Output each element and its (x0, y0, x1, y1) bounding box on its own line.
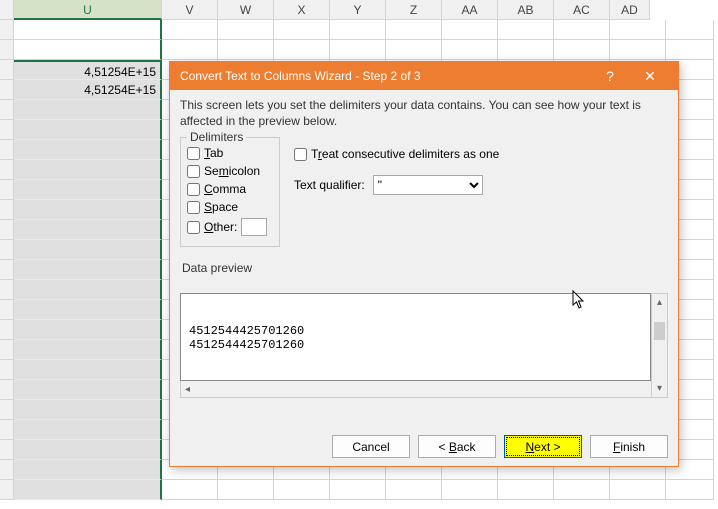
semicolon-checkbox[interactable] (187, 165, 200, 178)
text-qualifier-select[interactable]: " (373, 175, 483, 195)
col-header-z[interactable]: Z (386, 0, 442, 20)
select-all-corner[interactable] (0, 0, 14, 20)
space-checkbox[interactable] (187, 201, 200, 214)
scroll-down-icon[interactable]: ▾ (652, 380, 667, 397)
comma-checkbox-row: Comma (187, 182, 273, 196)
dialog-description: This screen lets you set the delimiters … (170, 90, 678, 135)
cell-u3[interactable]: 4,51254E+15 (14, 60, 162, 80)
other-input[interactable] (241, 218, 267, 236)
row-header[interactable] (0, 60, 14, 80)
delimiters-legend: Delimiters (187, 130, 246, 144)
row-header[interactable] (0, 80, 14, 100)
back-button[interactable]: < Back (418, 435, 496, 458)
column-headers: U V W X Y Z AA AB AC AD (0, 0, 650, 20)
other-checkbox-row: Other: (187, 218, 273, 236)
scroll-thumb[interactable] (654, 322, 665, 340)
next-button[interactable]: Next > (504, 435, 582, 458)
semicolon-label[interactable]: Semicolon (204, 164, 260, 178)
help-button[interactable]: ? (590, 62, 630, 90)
treat-consecutive-row: Treat consecutive delimiters as one (294, 147, 499, 161)
data-preview-box: 45125444257012604512544425701260 (180, 293, 651, 381)
cell-u4[interactable]: 4,51254E+15 (14, 80, 162, 100)
tab-label[interactable]: Tab (204, 146, 223, 160)
col-header-x[interactable]: X (274, 0, 330, 20)
cell-u1[interactable] (14, 20, 162, 40)
col-header-u[interactable]: U (14, 0, 162, 20)
text-qualifier-label: Text qualifier: (294, 178, 365, 192)
preview-horizontal-scrollbar[interactable]: ◂ ▸ (180, 381, 668, 398)
cancel-button[interactable]: Cancel (332, 435, 410, 458)
cell-u2[interactable] (14, 40, 162, 60)
delimiters-group: Delimiters Tab Semicolon Comma Space (180, 137, 280, 247)
row-header[interactable] (0, 40, 14, 60)
close-button[interactable]: ✕ (630, 62, 670, 90)
dialog-button-row: Cancel < Back Next > Finish (332, 435, 668, 458)
col-header-v[interactable]: V (162, 0, 218, 20)
semicolon-checkbox-row: Semicolon (187, 164, 273, 178)
col-header-ab[interactable]: AB (498, 0, 554, 20)
space-checkbox-row: Space (187, 200, 273, 214)
col-header-w[interactable]: W (218, 0, 274, 20)
text-to-columns-dialog: Convert Text to Columns Wizard - Step 2 … (169, 61, 679, 467)
row-2 (0, 40, 718, 60)
other-checkbox[interactable] (187, 221, 200, 234)
other-label[interactable]: Other: (204, 220, 237, 234)
dialog-titlebar[interactable]: Convert Text to Columns Wizard - Step 2 … (170, 62, 678, 90)
comma-label[interactable]: Comma (204, 182, 246, 196)
col-header-ac[interactable]: AC (554, 0, 610, 20)
tab-checkbox-row: Tab (187, 146, 273, 160)
col-header-aa[interactable]: AA (442, 0, 498, 20)
row-header[interactable] (0, 20, 14, 40)
col-header-y[interactable]: Y (330, 0, 386, 20)
dialog-title: Convert Text to Columns Wizard - Step 2 … (180, 69, 590, 83)
data-preview-label: Data preview (182, 261, 668, 275)
row-1 (0, 20, 718, 40)
tab-checkbox[interactable] (187, 147, 200, 160)
finish-button[interactable]: Finish (590, 435, 668, 458)
preview-vertical-scrollbar[interactable]: ▴ ▾ (651, 293, 668, 398)
preview-line-1: 4512544425701260 (189, 324, 642, 338)
col-header-ad[interactable]: AD (610, 0, 650, 20)
treat-consecutive-checkbox[interactable] (294, 148, 307, 161)
treat-consecutive-label[interactable]: Treat consecutive delimiters as one (311, 147, 499, 161)
preview-line-2: 4512544425701260 (189, 338, 642, 352)
scroll-left-icon[interactable]: ◂ (185, 384, 190, 395)
scroll-up-icon[interactable]: ▴ (652, 294, 667, 311)
space-label[interactable]: Space (204, 200, 238, 214)
comma-checkbox[interactable] (187, 183, 200, 196)
